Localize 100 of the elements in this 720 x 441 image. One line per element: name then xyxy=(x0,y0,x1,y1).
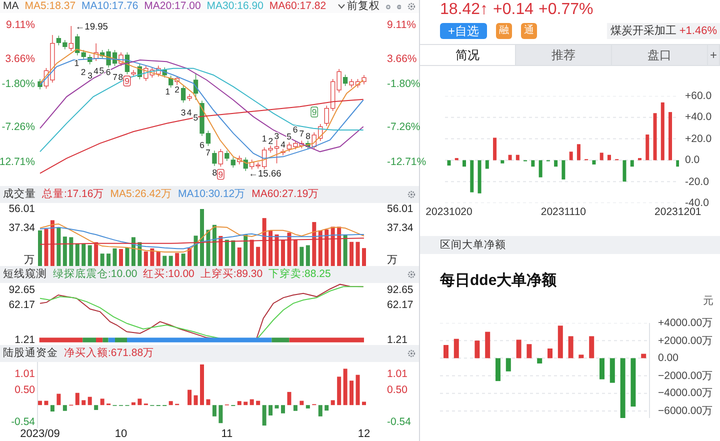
axis-label: 12.71% xyxy=(0,156,35,168)
legend-value: 净买入额:671.88万 xyxy=(64,346,154,361)
sequence-number: 4 xyxy=(280,139,286,150)
sector-tag[interactable]: 煤炭开采加工 +1.46% xyxy=(607,23,720,39)
sequence-number: 1 xyxy=(74,58,80,68)
tick-label: 20231020 xyxy=(426,207,472,218)
sequence-number: 4 xyxy=(186,107,192,118)
axis-label: 92.65 xyxy=(8,284,35,296)
legend-value: MA5:26.42万 xyxy=(110,186,172,202)
legend-value: 红买:10.00 xyxy=(143,266,194,282)
sequence-number: 3 xyxy=(180,107,186,118)
unit-label: 元 xyxy=(703,294,714,310)
axis-label: -12.71% xyxy=(387,156,426,168)
tick-label: 20231201 xyxy=(654,207,702,218)
adjust-dropdown[interactable]: 前复权 xyxy=(338,1,380,12)
sequence-number: 7 xyxy=(112,72,118,82)
tag: 通 xyxy=(521,23,538,39)
tick-label: +40.0 xyxy=(685,112,712,123)
sequence-number: 1 xyxy=(165,86,170,97)
sequence-number: 3 xyxy=(88,70,92,80)
signal-marker: 9 xyxy=(123,76,131,86)
axis-label: 1.21 xyxy=(14,334,35,346)
sequence-number: 8 xyxy=(306,131,310,141)
axis-label: 56.01 xyxy=(387,204,414,214)
tab[interactable]: 盘口 xyxy=(612,45,708,65)
sequence-number: 2 xyxy=(268,136,274,146)
axis-label: 3.66% xyxy=(387,54,417,64)
tick-label: 0.00 xyxy=(658,352,678,364)
tick-label: +20.0 xyxy=(685,134,712,144)
section-header: 区间大单净额 xyxy=(420,236,720,254)
price-change: +0.14 xyxy=(493,2,534,18)
legend-value: MA5:18.37 xyxy=(24,1,76,12)
tick-label: +2000.00万 xyxy=(658,335,714,346)
price-label: ←15.66 xyxy=(248,168,282,179)
axis-label: -7.26% xyxy=(387,122,420,132)
tick-label: 2023/09 xyxy=(20,428,60,441)
tick-label: 37.34 xyxy=(8,222,35,234)
axis-label: -0.54 xyxy=(387,416,411,427)
tick-label: -0.54 xyxy=(11,416,35,427)
tab[interactable]: + xyxy=(708,45,720,65)
sequence-number: 2 xyxy=(80,67,86,77)
sequence-number: 4 xyxy=(94,66,98,76)
tick-label: +4000.00万 xyxy=(658,318,714,328)
panel-title: 成交量 xyxy=(3,186,36,202)
tick-label: 56.01 xyxy=(8,204,35,214)
price-label: ←19.95 xyxy=(75,21,108,32)
tick-label: −2000.00万 xyxy=(658,370,714,382)
axis-label: 62.17 xyxy=(387,300,414,310)
indicator-name[interactable]: MA xyxy=(3,1,19,12)
sequence-number: 8 xyxy=(212,167,218,178)
axis-label: 9.11% xyxy=(6,20,35,30)
sequence-number: 7 xyxy=(299,128,304,139)
legend-value: 绿探底震仓:10.00 xyxy=(53,266,138,282)
axis-label: 37.34 xyxy=(387,222,414,234)
sequence-number: 1 xyxy=(262,134,267,144)
axis-label: 1.21 xyxy=(387,334,408,346)
sequence-number: 6 xyxy=(292,124,298,135)
tick-label: 1.01 xyxy=(14,368,35,380)
tick-label: -40.0 xyxy=(685,198,709,208)
legend-value: MA60:17.82 xyxy=(269,1,326,12)
chart-title: 每日dde大单净额 xyxy=(439,272,558,290)
legend-value: 下穿卖:88.25 xyxy=(268,266,331,282)
tag: 融 xyxy=(496,23,512,39)
tick-label: -20.0 xyxy=(685,176,709,187)
axis-label: 92.65 xyxy=(387,284,414,296)
tick-label: 11 xyxy=(221,428,233,441)
sequence-number: 7 xyxy=(206,147,210,158)
tick-label: −6000.00万 xyxy=(658,406,714,416)
sequence-number: 5 xyxy=(99,65,104,76)
axis-label: 3.66% xyxy=(5,54,35,64)
axis-label: -7.26% xyxy=(2,122,35,132)
price-value: 18.42↑ xyxy=(440,2,488,18)
tick-label: 0.0 xyxy=(685,154,700,166)
legend-value: 总量:17.16万 xyxy=(42,186,104,202)
tick-label: 10 xyxy=(114,428,128,441)
unit-label: 万 xyxy=(24,254,35,266)
legend-value: MA10:30.12万 xyxy=(178,186,246,202)
axis-label: 62.17 xyxy=(8,300,35,310)
percent-change: +0.77% xyxy=(538,2,594,18)
axis-label: -1.80% xyxy=(387,78,420,90)
panel-title: 陆股通资金 xyxy=(3,346,58,361)
axis-label: 1.01 xyxy=(387,368,408,380)
tick-label: +60.0 xyxy=(685,90,712,102)
axis-label: -1.80% xyxy=(2,78,35,90)
tick-label: 20231110 xyxy=(540,207,586,218)
tick-label: 0.50 xyxy=(14,384,35,396)
signal-marker: 9 xyxy=(310,106,318,118)
signal-marker: 9 xyxy=(217,169,224,180)
tick-label: −4000.00万 xyxy=(658,388,714,399)
legend-value: MA30:16.90 xyxy=(206,1,264,12)
tab[interactable]: 推荐 xyxy=(516,45,612,65)
sequence-number: 2 xyxy=(174,84,180,95)
unit-label: 万 xyxy=(387,254,398,266)
axis-label: 0.50 xyxy=(387,384,408,396)
axis-label: 9.11% xyxy=(387,20,416,30)
sequence-number: 6 xyxy=(200,140,204,150)
panel-title: 短线窥测 xyxy=(3,266,47,282)
legend-value: MA10:17.76 xyxy=(82,1,138,12)
legend-value: MA60:27.19万 xyxy=(252,186,320,202)
sequence-number: 8 xyxy=(118,72,124,82)
